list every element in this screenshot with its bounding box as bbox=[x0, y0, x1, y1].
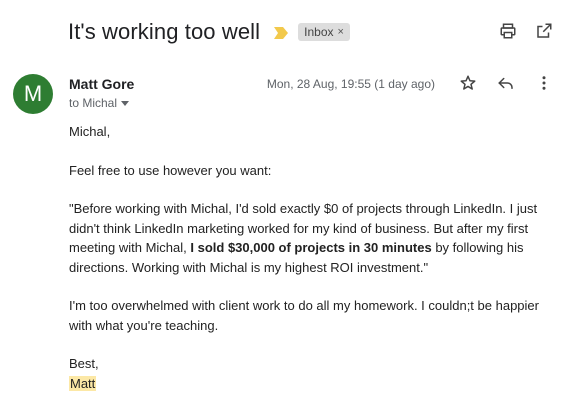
body-paragraph-3: I'm too overwhelmed with client work to … bbox=[69, 298, 539, 333]
recipient-line[interactable]: to Michal bbox=[69, 96, 130, 110]
quote-highlight: I sold $30,000 of projects in 30 minutes bbox=[190, 240, 432, 255]
thread-toolbar bbox=[499, 22, 553, 40]
closing-block: Best, Matt bbox=[69, 354, 549, 393]
remove-label-icon[interactable]: × bbox=[338, 26, 344, 38]
inbox-label-chip[interactable]: Inbox × bbox=[298, 23, 350, 41]
recipient-text: to Michal bbox=[69, 96, 118, 110]
reply-icon[interactable] bbox=[497, 74, 515, 92]
avatar[interactable]: M bbox=[13, 74, 53, 114]
chevron-down-icon[interactable] bbox=[121, 100, 130, 106]
greeting: Michal, bbox=[69, 124, 111, 139]
message-date: Mon, 28 Aug, 19:55 (1 day ago) bbox=[266, 77, 435, 91]
body-paragraph-1: Feel free to use however you want: bbox=[69, 162, 272, 178]
subject-row: It's working too well Inbox × bbox=[68, 16, 350, 48]
signature: Matt bbox=[69, 375, 97, 391]
body-paragraph-2: "Before working with Michal, I'd sold ex… bbox=[69, 199, 549, 277]
inbox-label-text: Inbox bbox=[304, 25, 334, 39]
open-in-new-window-icon[interactable] bbox=[535, 22, 553, 40]
star-icon[interactable] bbox=[459, 74, 477, 92]
importance-marker-icon[interactable] bbox=[274, 26, 289, 39]
sender-name[interactable]: Matt Gore bbox=[69, 76, 134, 92]
more-vert-icon[interactable] bbox=[535, 74, 553, 92]
print-icon[interactable] bbox=[499, 22, 517, 40]
message-actions bbox=[459, 74, 553, 92]
email-subject: It's working too well bbox=[68, 19, 261, 44]
message-body: Michal, Feel free to use however you wan… bbox=[69, 122, 549, 393]
closing: Best, bbox=[69, 356, 99, 371]
